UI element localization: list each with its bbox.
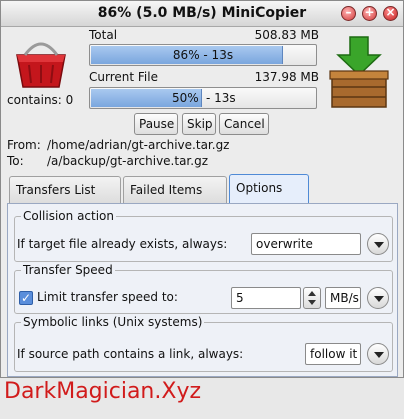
collision-dropdown-button[interactable] [367, 233, 389, 255]
current-progress-rest: - 13s [206, 91, 236, 105]
current-file-label: Current File [89, 70, 158, 84]
to-label: To: [7, 154, 24, 168]
current-progress-percent: 50% [172, 91, 199, 105]
collision-group: Collision action If target file already … [14, 209, 393, 262]
limit-speed-checkbox[interactable]: ✓ [19, 291, 33, 305]
minicopier-window: 86% (5.0 MB/s) MiniCopier – + × contains… [0, 0, 404, 378]
from-label: From: [7, 138, 41, 152]
tab-transfers-list[interactable]: Transfers List [9, 176, 121, 222]
contains-label: contains: 0 [7, 93, 74, 107]
speed-spinner[interactable] [303, 287, 321, 309]
maximize-icon: + [364, 5, 375, 19]
limit-speed-label: Limit transfer speed to: [37, 290, 178, 304]
minimize-button[interactable]: – [341, 5, 356, 21]
symlinks-title: Symbolic links (Unix systems) [21, 315, 205, 329]
total-progress-bar: 86% - 13s [89, 44, 317, 66]
skip-button[interactable]: Skip [182, 113, 216, 135]
speed-unit-select[interactable]: MB/s [325, 287, 361, 309]
tab-failed-items[interactable]: Failed Items [123, 176, 227, 223]
tab-options-label: Options [236, 181, 283, 195]
to-path: /a/backup/gt-archive.tar.gz [47, 154, 208, 168]
maximize-button[interactable]: + [362, 5, 377, 21]
speed-unit-dropdown-button[interactable] [367, 287, 389, 309]
tab-transfers-list-label: Transfers List [16, 183, 96, 197]
current-file-size: 137.98 MB [254, 70, 319, 84]
collision-title: Collision action [21, 209, 117, 223]
total-size: 508.83 MB [254, 28, 319, 42]
speed-title: Transfer Speed [21, 263, 115, 277]
tab-failed-items-label: Failed Items [130, 183, 203, 197]
watermark-text: DarkMagician.Xyz [4, 379, 202, 404]
speed-group: Transfer Speed ✓ Limit transfer speed to… [14, 263, 393, 314]
cancel-button[interactable]: Cancel [219, 113, 269, 135]
options-panel: Collision action If target file already … [7, 203, 398, 377]
minimize-icon: – [345, 5, 352, 19]
title-bar[interactable]: 86% (5.0 MB/s) MiniCopier – + × [1, 1, 403, 27]
collision-label: If target file already exists, always: [17, 237, 228, 251]
symlinks-select[interactable]: follow it [305, 343, 361, 365]
close-button[interactable]: × [383, 5, 398, 21]
collision-select[interactable]: overwrite [251, 233, 361, 255]
from-path: /home/adrian/gt-archive.tar.gz [47, 138, 230, 152]
crate-download-icon [329, 36, 389, 108]
symlinks-label: If source path contains a link, always: [17, 347, 244, 361]
close-icon: × [385, 5, 396, 19]
basket-icon [16, 42, 66, 88]
pause-button[interactable]: Pause [134, 113, 178, 135]
total-progress-text: 86% - 13s [172, 48, 234, 62]
total-label: Total [89, 28, 118, 42]
speed-value-input[interactable]: 5 [231, 287, 301, 309]
tab-options[interactable]: Options [229, 174, 309, 222]
symlinks-group: Symbolic links (Unix systems) If source … [14, 315, 393, 372]
symlinks-dropdown-button[interactable] [367, 343, 389, 365]
current-progress-bar: 50% - 13s [89, 87, 317, 109]
